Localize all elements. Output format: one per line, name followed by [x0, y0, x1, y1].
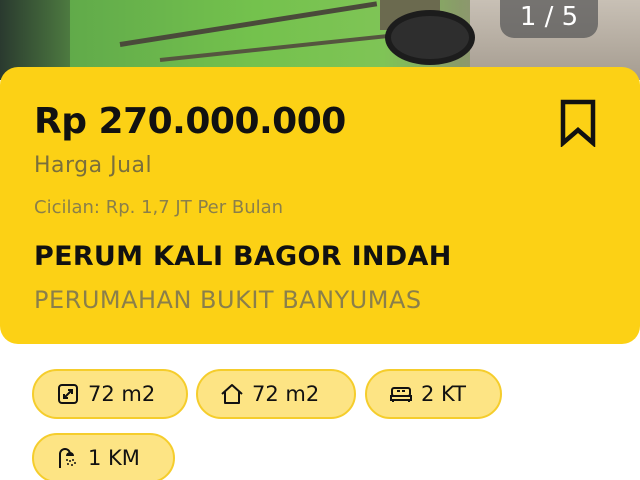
land-area-icon	[58, 384, 78, 404]
feature-value: 2 KT	[421, 382, 467, 406]
listing-price: Rp 270.000.000	[34, 101, 346, 142]
feature-chip-bathrooms: 1 KM	[32, 433, 175, 480]
price-label: Harga Jual	[34, 153, 153, 178]
installment-text: Cicilan: Rp. 1,7 JT Per Bulan	[34, 197, 284, 218]
feature-value: 72 m2	[252, 382, 320, 406]
bed-icon	[390, 387, 412, 402]
photo-tire	[385, 10, 475, 65]
house-icon	[221, 384, 243, 404]
feature-value: 1 KM	[88, 446, 140, 470]
property-subtitle: PERUMAHAN BUKIT BANYUMAS	[34, 286, 422, 314]
property-name: PERUM KALI BAGOR INDAH	[34, 241, 452, 272]
feature-chip-building-area: 72 m2	[196, 369, 356, 419]
listing-info-card: Rp 270.000.000 Harga Jual Cicilan: Rp. 1…	[0, 67, 640, 344]
feature-value: 72 m2	[88, 382, 156, 406]
gallery-counter: 1 / 5	[500, 0, 598, 38]
feature-chip-bedrooms: 2 KT	[365, 369, 502, 419]
shower-icon	[59, 448, 76, 468]
bookmark-icon[interactable]	[558, 99, 598, 147]
photo-pipe	[159, 32, 399, 62]
feature-chip-land-area: 72 m2	[32, 369, 188, 419]
